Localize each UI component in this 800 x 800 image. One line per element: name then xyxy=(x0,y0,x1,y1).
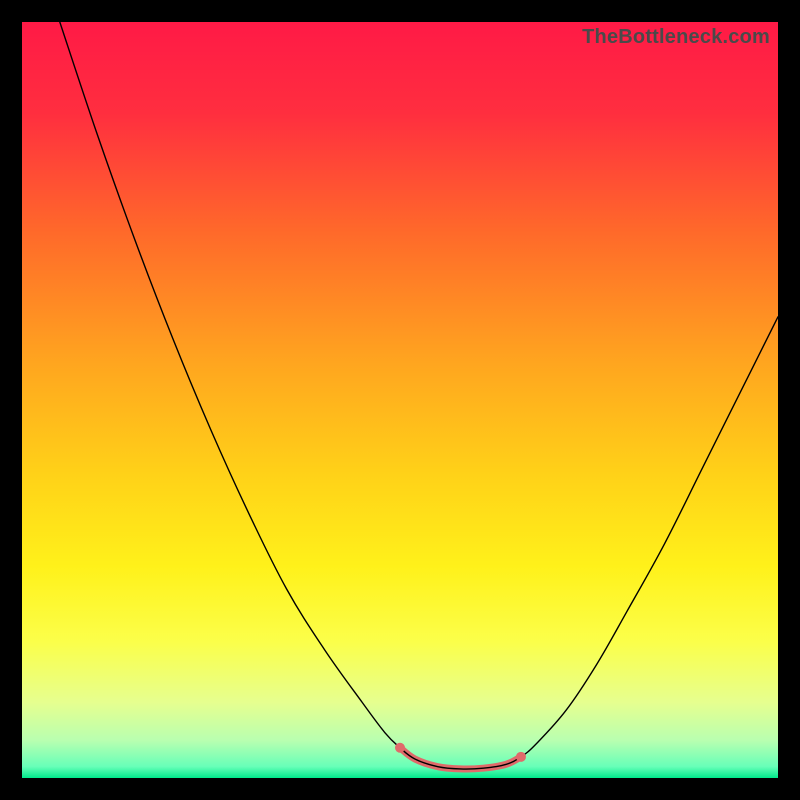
chart-frame: TheBottleneck.com xyxy=(22,22,778,778)
watermark-text: TheBottleneck.com xyxy=(582,26,770,49)
chart-svg xyxy=(22,22,778,778)
highlight-endpoint-dot xyxy=(395,743,405,753)
gradient-background xyxy=(22,22,778,778)
highlight-endpoint-dot xyxy=(516,752,526,762)
